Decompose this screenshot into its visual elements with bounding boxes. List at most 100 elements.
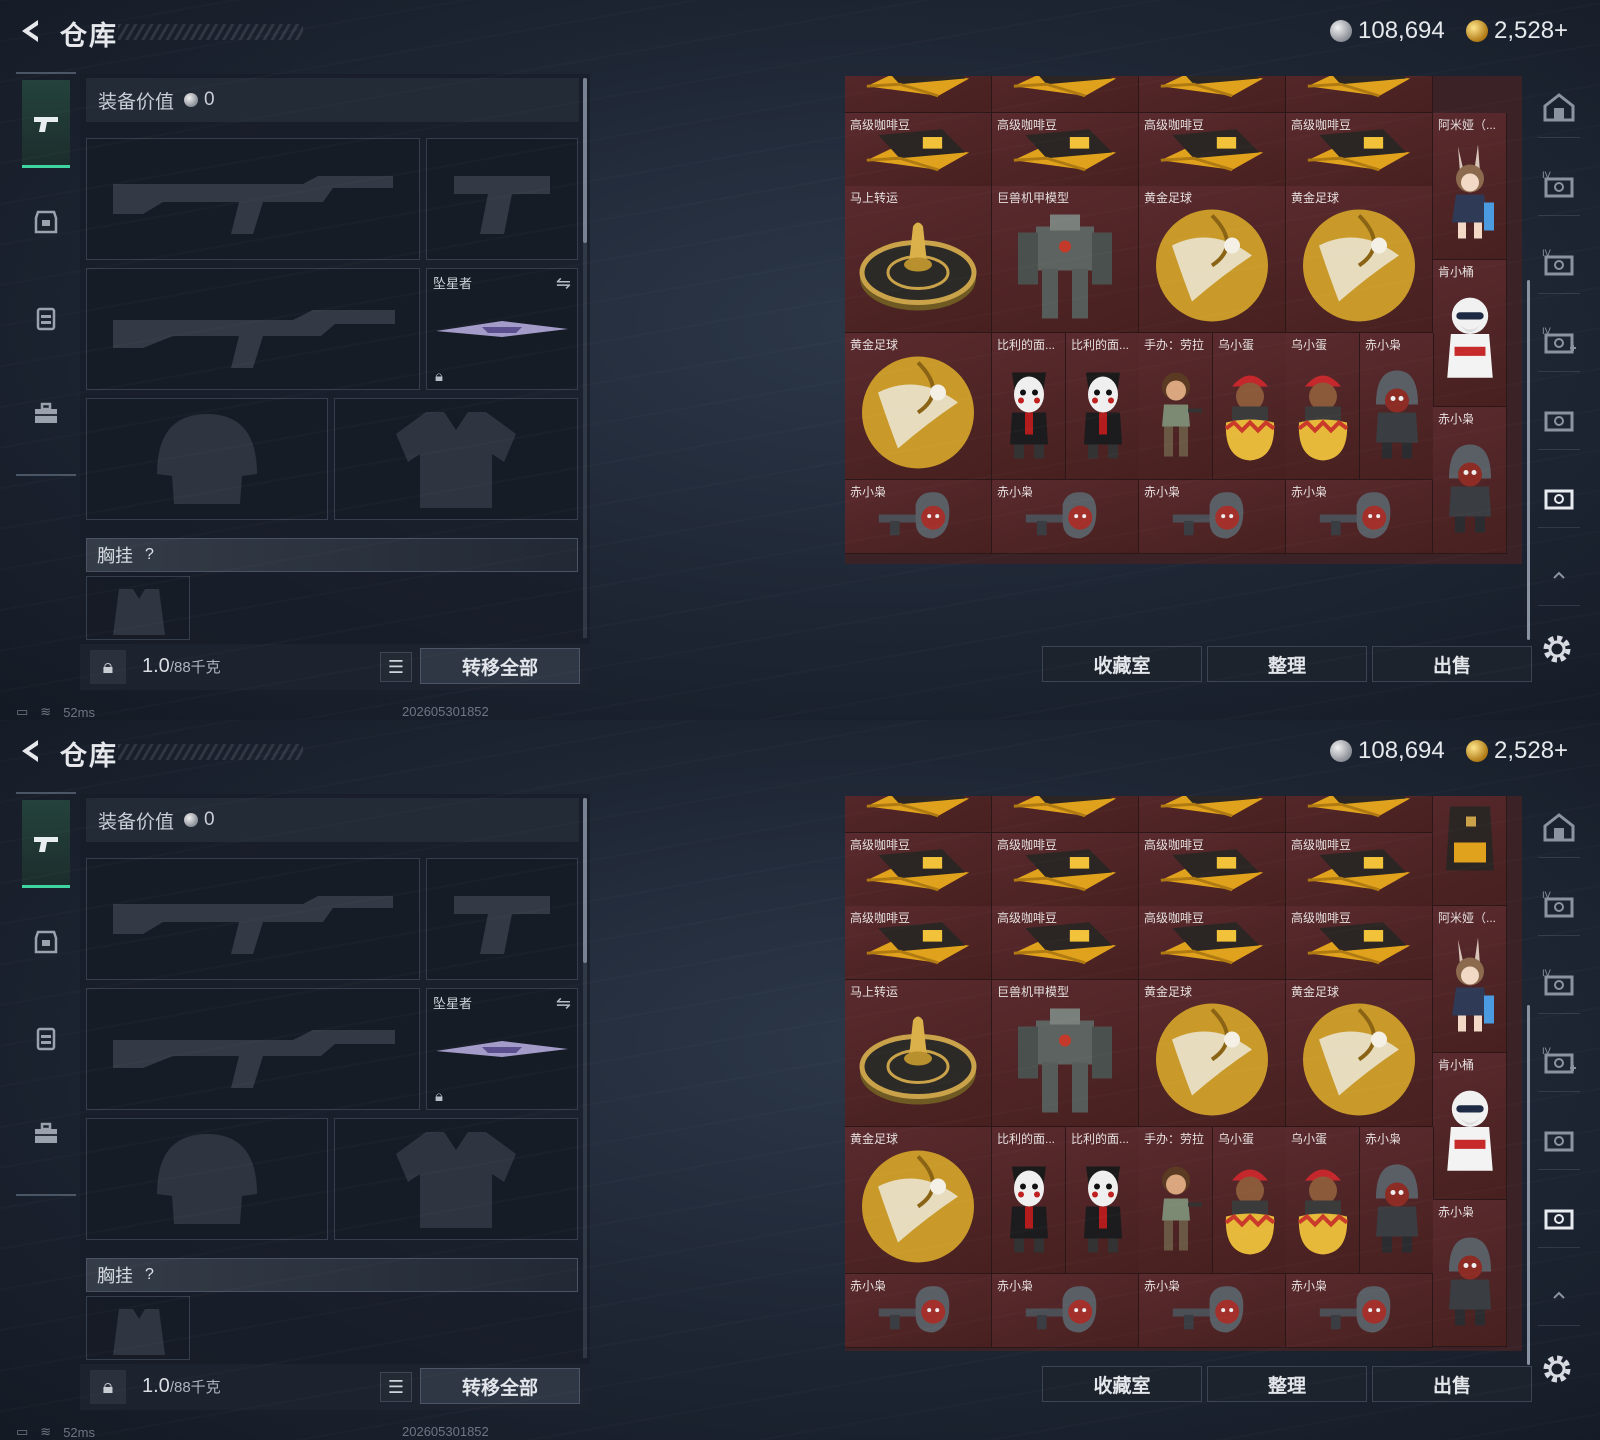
stash-item[interactable]: 赤小枭: [992, 1274, 1139, 1348]
sort-button[interactable]: 整理: [1207, 1366, 1367, 1402]
stash-item[interactable]: 赤小枭: [845, 1274, 992, 1348]
stash-item[interactable]: 比利的面...: [1066, 1127, 1140, 1274]
stash-tab-6[interactable]: [1538, 1186, 1580, 1248]
secondary-weapon-slot[interactable]: [426, 858, 578, 980]
stash-item[interactable]: 高级咖啡豆: [1139, 113, 1286, 187]
stash-item[interactable]: 高级咖啡豆: [1286, 113, 1433, 187]
stash-item[interactable]: 黄金足球: [1286, 980, 1433, 1127]
transfer-all-button[interactable]: 转移全部: [420, 648, 580, 684]
stash-item[interactable]: 乌小蛋: [1213, 333, 1287, 480]
body-armor-slot[interactable]: [334, 398, 578, 520]
swap-icon[interactable]: ⇋: [556, 273, 571, 294]
stash-tab-6[interactable]: [1538, 466, 1580, 528]
stash-item[interactable]: 阿米娅（...: [1433, 906, 1507, 1053]
stash-tab-3[interactable]: IV: [1538, 952, 1580, 1014]
stash-item[interactable]: 高级咖啡豆: [992, 906, 1139, 980]
secondary-weapon-slot[interactable]: [426, 138, 578, 260]
helmet-slot[interactable]: [86, 1118, 328, 1240]
stash-item[interactable]: 赤小枭: [1433, 1200, 1507, 1347]
stash-item[interactable]: 比利的面...: [992, 1127, 1066, 1274]
stash-home-tab[interactable]: [1538, 796, 1580, 858]
melee-weapon-slot[interactable]: 坠星者 ⇋ 🔒︎: [426, 268, 578, 390]
stash-item[interactable]: 高级咖啡豆: [1286, 833, 1433, 907]
stash-item[interactable]: 巨兽机甲模型: [992, 980, 1139, 1127]
stash-tab-more[interactable]: [1538, 1264, 1580, 1326]
stash-item[interactable]: 比利的面...: [1066, 333, 1140, 480]
stash-tab-3[interactable]: IV: [1538, 232, 1580, 294]
stash-tab-5[interactable]: [1538, 1108, 1580, 1170]
stash-item[interactable]: 黄金足球: [1139, 980, 1286, 1127]
stash-item[interactable]: 高级咖啡豆: [1286, 906, 1433, 980]
nav-case[interactable]: [22, 370, 70, 458]
sell-button[interactable]: 出售: [1372, 646, 1532, 682]
collection-button[interactable]: 收藏室: [1042, 1366, 1202, 1402]
stash-tab-more[interactable]: [1538, 544, 1580, 606]
stash-item[interactable]: 巨兽机甲模型: [992, 186, 1139, 333]
stash-item[interactable]: 比利的面...: [992, 333, 1066, 480]
chest-rig-slot[interactable]: [86, 576, 190, 640]
stash-item[interactable]: 高级咖啡豆: [845, 113, 992, 187]
bag-lock-icon[interactable]: 🔒︎: [90, 1370, 126, 1404]
stash-item[interactable]: 赤小枭: [1433, 407, 1507, 554]
stash-tab-add[interactable]: IV: [1538, 310, 1580, 372]
stash-item[interactable]: 乌小蛋: [1286, 333, 1360, 480]
tertiary-weapon-slot[interactable]: [86, 988, 420, 1110]
stash-item[interactable]: 赤小枭: [1139, 1274, 1286, 1348]
stash-item[interactable]: [1139, 796, 1286, 833]
nav-weapons[interactable]: [22, 800, 70, 888]
stash-item[interactable]: 肯小桶: [1433, 260, 1507, 407]
nav-armor[interactable]: [22, 898, 70, 986]
stash-item[interactable]: 阿米娅（...: [1433, 113, 1507, 260]
stash-scrollbar[interactable]: [1527, 1005, 1530, 1365]
nav-weapons[interactable]: [22, 80, 70, 168]
sell-button[interactable]: 出售: [1372, 1366, 1532, 1402]
equipment-scrollbar[interactable]: [583, 78, 587, 243]
stash-tab-2[interactable]: IV: [1538, 154, 1580, 216]
stash-home-tab[interactable]: [1538, 76, 1580, 138]
stash-item[interactable]: 高级咖啡豆: [845, 833, 992, 907]
swap-icon[interactable]: ⇋: [556, 993, 571, 1014]
list-icon[interactable]: ☰: [380, 652, 412, 682]
nav-case[interactable]: [22, 1090, 70, 1178]
nav-backpack[interactable]: [22, 994, 70, 1082]
collection-button[interactable]: 收藏室: [1042, 646, 1202, 682]
bag-lock-icon[interactable]: 🔒︎: [90, 650, 126, 684]
primary-weapon-slot[interactable]: [86, 858, 420, 980]
stash-scrollbar[interactable]: [1527, 280, 1530, 640]
stash-item[interactable]: 黄金足球: [1139, 186, 1286, 333]
stash-item[interactable]: [845, 796, 992, 833]
stash-item[interactable]: 黄金足球: [1286, 186, 1433, 333]
body-armor-slot[interactable]: [334, 1118, 578, 1240]
stash-item[interactable]: 赤小枭: [845, 480, 992, 554]
stash-item[interactable]: 高级咖啡豆: [1139, 833, 1286, 907]
nav-backpack[interactable]: [22, 274, 70, 362]
chest-rig-slot[interactable]: [86, 1296, 190, 1360]
stash-tab-add[interactable]: IV: [1538, 1030, 1580, 1092]
tertiary-weapon-slot[interactable]: [86, 268, 420, 390]
stash-tab-2[interactable]: IV: [1538, 874, 1580, 936]
stash-item[interactable]: [1433, 796, 1507, 906]
stash-item[interactable]: 乌小蛋: [1213, 1127, 1287, 1274]
stash-item[interactable]: 赤小枭: [1139, 480, 1286, 554]
stash-item[interactable]: 黄金足球: [845, 333, 992, 480]
list-icon[interactable]: ☰: [380, 1372, 412, 1402]
stash-item[interactable]: [845, 76, 992, 113]
stash-item[interactable]: 黄金足球: [845, 1127, 992, 1274]
stash-item[interactable]: [1286, 76, 1433, 113]
primary-weapon-slot[interactable]: [86, 138, 420, 260]
stash-item[interactable]: 赤小枭: [1286, 480, 1433, 554]
stash-item[interactable]: 手办：劳拉: [1139, 1127, 1213, 1274]
stash-item[interactable]: 高级咖啡豆: [992, 833, 1139, 907]
back-icon[interactable]: [16, 737, 44, 765]
stash-item[interactable]: [992, 76, 1139, 113]
gold-currency[interactable]: 2,528+: [1466, 737, 1568, 765]
stash-item[interactable]: 手办：劳拉: [1139, 333, 1213, 480]
stash-item[interactable]: [1139, 76, 1286, 113]
equipment-scrollbar[interactable]: [583, 798, 587, 963]
stash-item[interactable]: [992, 796, 1139, 833]
gear-icon[interactable]: [1540, 632, 1574, 666]
help-icon[interactable]: ?: [145, 1266, 154, 1284]
help-icon[interactable]: ?: [145, 546, 154, 564]
stash-item[interactable]: 赤小枭: [992, 480, 1139, 554]
gold-currency[interactable]: 2,528+: [1466, 17, 1568, 45]
